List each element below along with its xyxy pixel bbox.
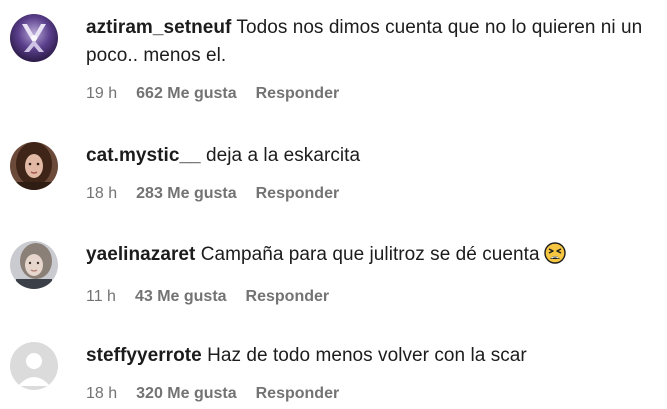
comment-time: 11 h: [86, 288, 116, 305]
comment-meta: 18 h 283 Me gusta Responder: [86, 183, 661, 205]
reply-button[interactable]: Responder: [246, 286, 330, 308]
comment-username[interactable]: yaelinazaret: [86, 244, 195, 265]
comment-time: 18 h: [86, 385, 118, 402]
comment-meta: 11 h 43 Me gusta Responder: [86, 286, 661, 308]
comment-username[interactable]: steffyyerrote: [86, 345, 202, 366]
like-count[interactable]: 320 Me gusta: [136, 383, 236, 405]
like-count[interactable]: 43 Me gusta: [135, 286, 227, 308]
comment-username[interactable]: cat.mystic__: [86, 145, 201, 166]
comment-meta: 19 h 662 Me gusta Responder: [86, 83, 661, 105]
avatar-photo-person-brown-hair-icon: [10, 142, 58, 190]
comment-time: 19 h: [86, 85, 118, 102]
avatar-photo-person-light-hair-icon: [10, 241, 58, 289]
comment-text: steffyyerrote Haz de todo menos volver c…: [86, 342, 661, 370]
user-avatar[interactable]: [10, 241, 58, 289]
tired-face-emoji-icon: [543, 242, 566, 273]
avatar-purple-graphic-icon: [10, 14, 58, 62]
comment-time: 18 h: [86, 185, 118, 202]
reply-button[interactable]: Responder: [256, 83, 340, 105]
comment-text: cat.mystic__ deja a la eskarcita: [86, 142, 661, 170]
user-avatar[interactable]: [10, 142, 58, 190]
comment-message: deja a la eskarcita: [206, 145, 361, 166]
comment-list: aztiram_setneuf Todos nos dimos cuenta q…: [0, 0, 667, 409]
comment-message: Haz de todo menos volver con la scar: [207, 345, 527, 366]
comment-text: yaelinazaret Campaña para que julitroz s…: [86, 241, 661, 273]
reply-button[interactable]: Responder: [256, 183, 340, 205]
like-count[interactable]: 662 Me gusta: [136, 83, 236, 105]
comment-message: Campaña para que julitroz se dé cuenta: [200, 244, 540, 265]
like-count[interactable]: 283 Me gusta: [136, 183, 236, 205]
comment-text: aztiram_setneuf Todos nos dimos cuenta q…: [86, 14, 661, 70]
comment-username[interactable]: aztiram_setneuf: [86, 17, 231, 38]
default-user-icon: [10, 342, 58, 390]
comment-meta: 18 h 320 Me gusta Responder: [86, 383, 661, 405]
reply-button[interactable]: Responder: [256, 383, 340, 405]
user-avatar[interactable]: [10, 14, 58, 62]
user-avatar[interactable]: [10, 342, 58, 390]
